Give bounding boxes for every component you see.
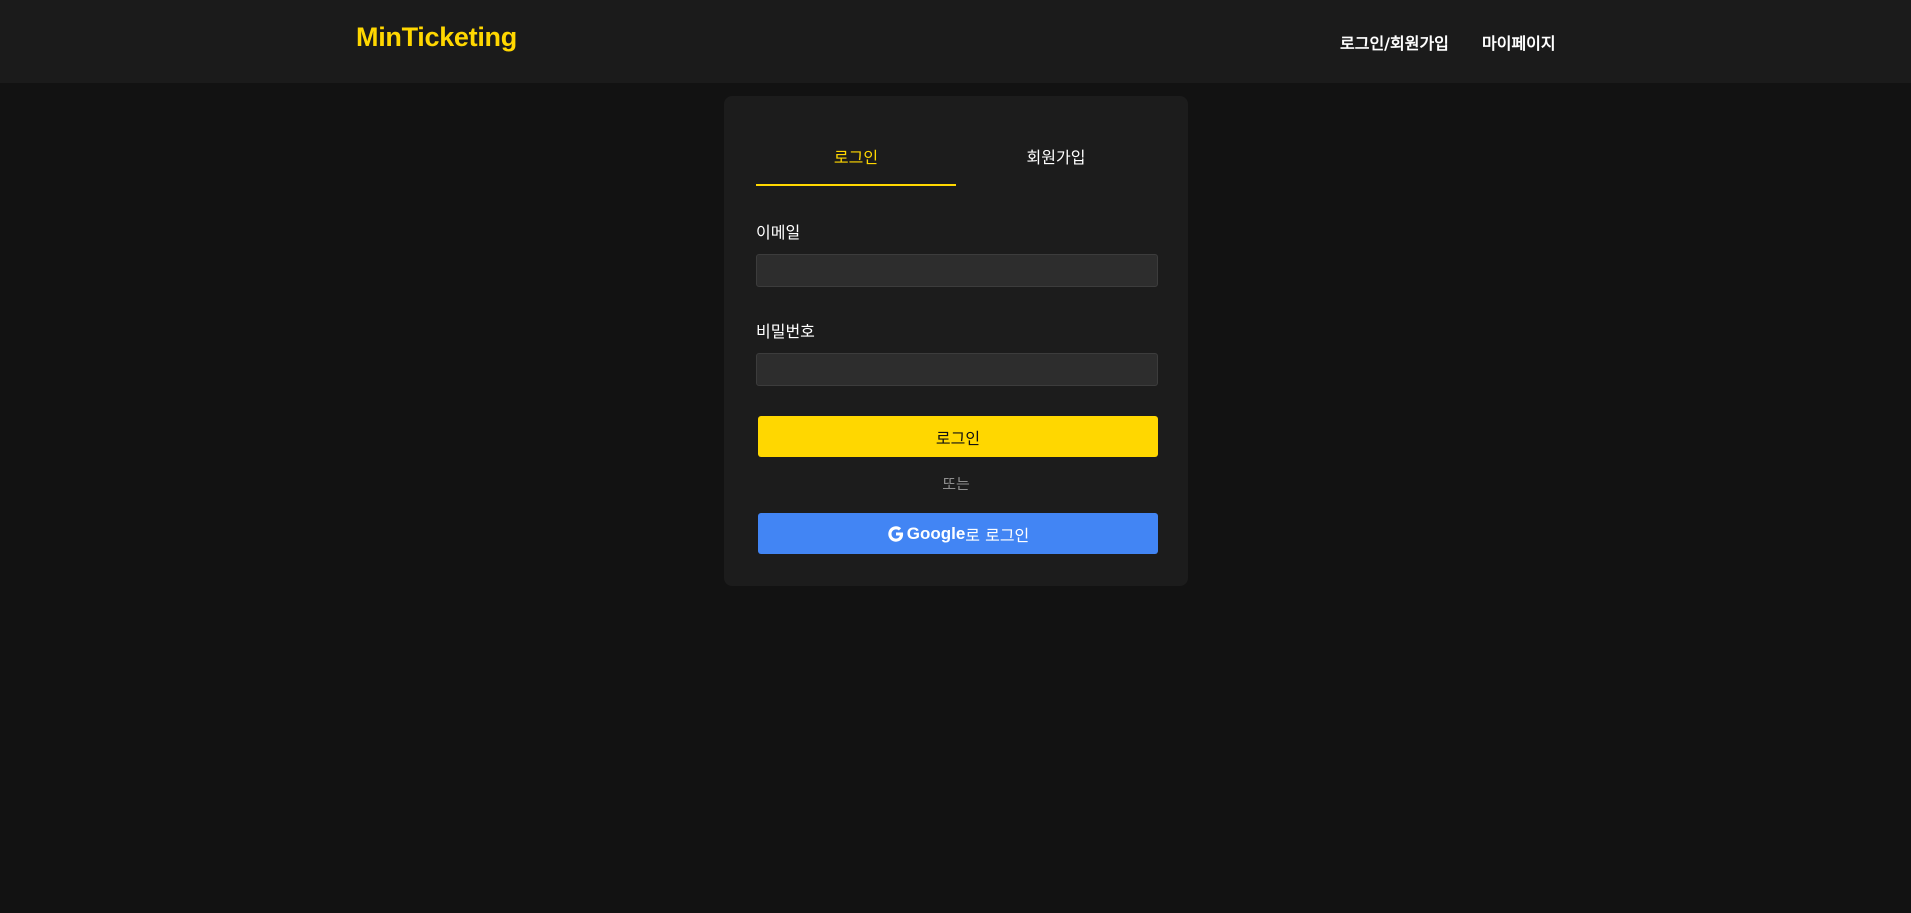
auth-card: 로그인 회원가입 이메일 비밀번호 로그인 또는 Google 로 로그인 — [724, 96, 1188, 586]
site-logo[interactable]: MinTicketing — [356, 22, 517, 53]
login-button[interactable]: 로그인 — [758, 416, 1158, 457]
google-button-brand: Google — [906, 523, 966, 543]
nav-login-signup-link[interactable]: 로그인/회원가입 — [1340, 30, 1449, 54]
top-header: MinTicketing 로그인/회원가입 마이페이지 — [0, 0, 1911, 83]
password-input[interactable] — [756, 353, 1158, 386]
nav-mypage-link[interactable]: 마이페이지 — [1482, 30, 1556, 54]
google-g-icon — [887, 525, 905, 543]
tab-login[interactable]: 로그인 — [756, 144, 956, 186]
divider-text: 또는 — [942, 475, 970, 493]
tab-signup[interactable]: 회원가입 — [956, 144, 1156, 184]
google-login-button[interactable]: Google 로 로그인 — [758, 513, 1158, 554]
google-button-suffix: 로 로그인 — [965, 525, 1030, 545]
password-label: 비밀번호 — [756, 322, 815, 341]
email-input[interactable] — [756, 254, 1158, 287]
email-label: 이메일 — [756, 223, 801, 242]
